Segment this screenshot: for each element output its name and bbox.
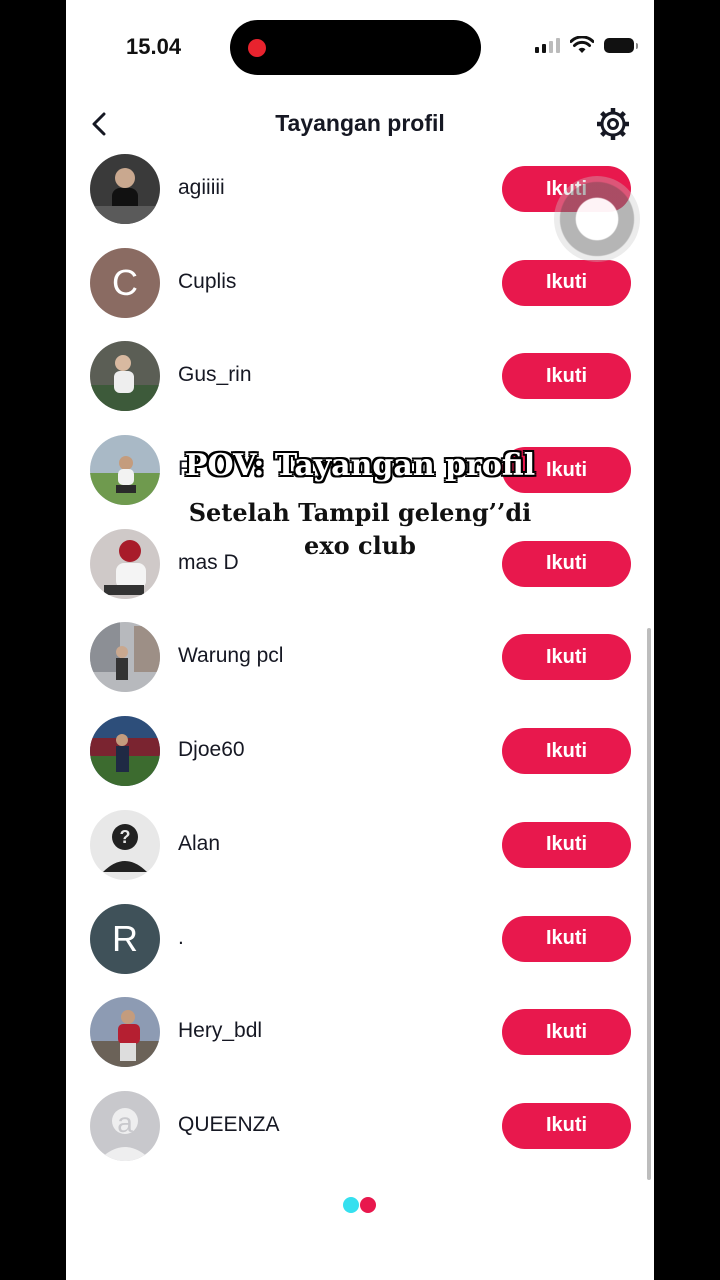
settings-gear-icon[interactable] [594, 104, 632, 144]
list-item[interactable]: Djoe60 Ikuti [66, 704, 654, 798]
avatar[interactable] [90, 622, 160, 693]
follow-button[interactable]: Ikuti [502, 634, 631, 681]
username[interactable]: . [178, 926, 184, 950]
overlay-subtitle: Setelah Tampil geleng’’di exo club [188, 498, 532, 560]
wifi-icon [570, 36, 594, 53]
svg-text:?: ? [120, 827, 131, 847]
username[interactable]: Warung pcl [178, 644, 283, 668]
username[interactable]: Hery_bdl [178, 1019, 262, 1043]
username[interactable]: Gus_rin [178, 363, 252, 387]
unknown-user-icon: ? [103, 823, 147, 872]
username[interactable]: Cuplis [178, 270, 236, 294]
loader-dot [360, 1197, 376, 1213]
avatar[interactable] [90, 997, 160, 1068]
follow-button[interactable]: Ikuti [502, 728, 631, 775]
touch-indicator [554, 176, 640, 262]
status-icons [535, 36, 638, 54]
user-photo-icon [90, 622, 160, 681]
viewer-list: agiiiii Ikuti C Cuplis Ikuti Gus_rin Iku… [66, 142, 654, 1173]
follow-button[interactable]: Ikuti [502, 821, 631, 868]
page-title: Tayangan profil [275, 110, 445, 136]
user-photo-icon [90, 1010, 160, 1068]
follow-button[interactable]: Ikuti [502, 353, 631, 400]
username[interactable]: agiiiii [178, 176, 225, 200]
status-time: 15.04 [126, 34, 182, 59]
signal-icon [535, 37, 560, 53]
avatar[interactable] [90, 528, 160, 599]
loader-dot [343, 1197, 359, 1213]
avatar[interactable]: a [90, 1090, 160, 1161]
avatar[interactable]: R [90, 903, 160, 974]
avatar[interactable]: ? [90, 809, 160, 880]
list-item[interactable]: R . Ikuti [66, 892, 654, 986]
avatar[interactable] [90, 154, 160, 224]
dynamic-island [230, 20, 481, 75]
list-item[interactable]: Warung pcl Ikuti [66, 610, 654, 704]
overlay-title: POV: Tayangan profil [184, 448, 536, 483]
user-photo-icon [90, 168, 160, 224]
username[interactable]: QUEENZA [178, 1113, 280, 1137]
scrollbar[interactable] [647, 628, 651, 1180]
avatar[interactable] [90, 716, 160, 787]
user-photo-icon [90, 734, 160, 787]
follow-button[interactable]: Ikuti [502, 259, 631, 306]
avatar[interactable] [90, 341, 160, 412]
recording-indicator-icon [248, 39, 266, 57]
battery-icon [604, 37, 638, 53]
follow-button[interactable]: Ikuti [502, 915, 631, 962]
username[interactable]: Djoe60 [178, 738, 245, 762]
list-item[interactable]: ? Alan Ikuti [66, 798, 654, 892]
username[interactable]: Alan [178, 832, 220, 856]
user-photo-icon [104, 539, 146, 595]
follow-button[interactable]: Ikuti [502, 1102, 631, 1149]
follow-button[interactable]: Ikuti [502, 1009, 631, 1056]
list-item[interactable]: C Cuplis Ikuti [66, 236, 654, 330]
phone-screen: 15.04 Tayangan profil agiiiii C Cuplis I… [66, 0, 654, 1280]
avatar-letter: R [112, 917, 138, 959]
list-item[interactable]: Hery_bdl Ikuti [66, 985, 654, 1079]
loading-indicator [343, 1197, 376, 1213]
user-photo-icon [90, 355, 160, 412]
list-item[interactable]: a QUEENZA Ikuti [66, 1079, 654, 1173]
avatar-letter: C [112, 261, 138, 303]
avatar-letter: a [117, 1106, 133, 1138]
avatar[interactable]: C [90, 247, 160, 318]
list-item[interactable]: Gus_rin Ikuti [66, 329, 654, 423]
